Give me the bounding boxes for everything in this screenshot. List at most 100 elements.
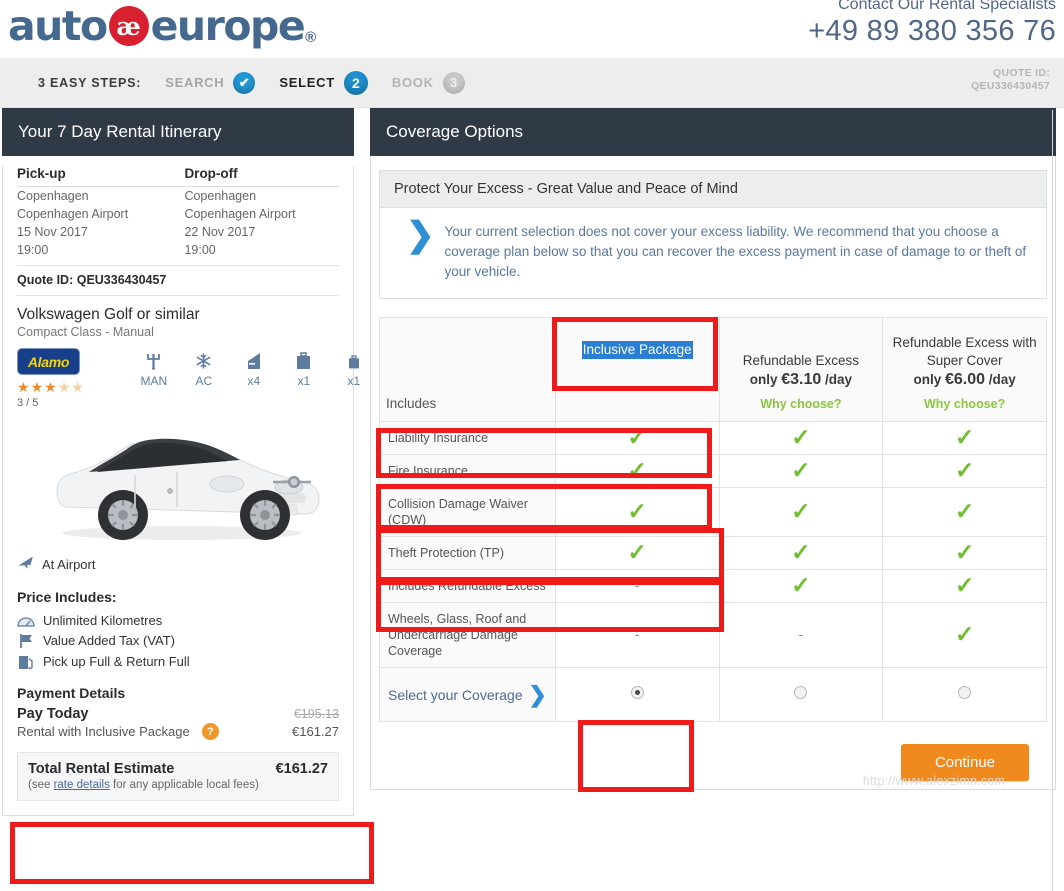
airplane-icon [17, 555, 35, 574]
cell-super-cover: ✓ [882, 536, 1047, 570]
table-row: Collision Damage Waiver (CDW) ✓ ✓ ✓ [379, 487, 1047, 537]
plan-header-super-cover[interactable]: Refundable Excess with Super Cover only … [882, 317, 1047, 422]
includes-column-header: Includes [379, 317, 556, 422]
star-rating: ★★★★★ [17, 380, 85, 394]
why-choose-link-refundable[interactable]: Why choose? [726, 397, 877, 411]
select-coverage-label: Select your Coverage [388, 686, 523, 703]
flag-icon [17, 633, 35, 649]
radio-refundable-excess[interactable] [794, 685, 808, 699]
snowflake-icon [187, 350, 221, 372]
quote-id-value: QEU336430457 [971, 79, 1050, 92]
plan-name-super-cover: Refundable Excess with Super Cover [892, 335, 1037, 368]
radio-cell-inclusive[interactable] [554, 667, 720, 722]
price-include-item: Unlimited Kilometres [17, 610, 339, 630]
table-header-row: Pick-up Drop-off [17, 166, 339, 187]
car-subtitle: Compact Class - Manual [17, 325, 154, 339]
feature-small-bag-label: x1 [347, 374, 361, 388]
cell-super-cover: ✓ [882, 569, 1047, 603]
itinerary-card: Pick-up Drop-off Copenhagen Copenhagen C… [2, 166, 360, 816]
protect-excess-promo: Protect Your Excess - Great Value and Pe… [379, 170, 1047, 299]
feature-label: Includes Refundable Excess [379, 569, 556, 603]
radio-cell-refundable[interactable] [718, 667, 884, 722]
cell-inclusive: ✓ [554, 454, 720, 488]
pay-today-label: Pay Today [17, 706, 89, 722]
chevron-right-icon: ❯ [406, 216, 435, 254]
auto-europe-logo[interactable]: auto æ europe ® [8, 2, 316, 50]
annotation-box-total-estimate [10, 822, 374, 884]
cell-refundable: - [718, 602, 884, 668]
contact-phone[interactable]: +49 89 380 356 76 [808, 15, 1056, 48]
cell-inclusive: - [554, 569, 720, 603]
table-row: Theft Protection (TP) ✓ ✓ ✓ [379, 536, 1047, 570]
feature-transmission-label: MAN [140, 374, 168, 388]
promo-text: Your current selection does not cover yo… [444, 224, 1027, 279]
feature-doors: x4 [237, 350, 271, 388]
dropoff-header: Drop-off [184, 166, 339, 187]
cell-refundable: ✓ [718, 569, 884, 603]
step-select-badge: 2 [343, 70, 368, 95]
star-icon: ★ [17, 379, 31, 395]
plan-header-inclusive[interactable]: Inclusive Package [554, 317, 720, 422]
price-include-item: Pick up Full & Return Full [17, 651, 339, 672]
help-icon[interactable]: ? [201, 723, 219, 740]
total-sub-pre: (see [28, 779, 54, 791]
why-choose-link-super-cover[interactable]: Why choose? [889, 397, 1040, 411]
total-sub-post: for any applicable local fees) [109, 779, 259, 791]
contact-block: Contact Our Rental Specialists +49 89 38… [808, 0, 1056, 48]
table-row: Copenhagen Airport Copenhagen Airport [17, 205, 339, 223]
cell-refundable: ✓ [718, 536, 884, 570]
check-icon: ✓ [627, 497, 647, 524]
cell-refundable: ✓ [718, 421, 884, 455]
star-icon: ★ [57, 379, 72, 395]
check-icon: ✓ [954, 456, 975, 483]
table-row: 15 Nov 2017 22 Nov 2017 [17, 223, 339, 241]
car-door-icon [237, 350, 271, 372]
continue-button[interactable]: Continue [900, 744, 1029, 781]
cell-super-cover: ✓ [882, 487, 1047, 537]
coverage-card: Protect Your Excess - Great Value and Pe… [370, 156, 1056, 790]
total-amount: €161.27 [275, 761, 328, 777]
pickup-location: Copenhagen Airport [17, 207, 129, 221]
pickup-header: Pick-up [17, 166, 185, 187]
coverage-comparison-table: Includes Inclusive Package Refundable Ex… [379, 317, 1047, 722]
step-search-label: SEARCH [165, 75, 225, 90]
plan-name-refundable-excess: Refundable Excess [742, 353, 860, 368]
gearshift-icon [137, 350, 171, 372]
plan-header-refundable-excess[interactable]: Refundable Excess only €3.10 /day Why ch… [718, 317, 884, 422]
step-select[interactable]: SELECT 2 [279, 70, 368, 95]
table-row: Copenhagen Copenhagen [17, 187, 339, 206]
feature-doors-label: x4 [247, 374, 261, 388]
itinerary-sidebar: Your 7 Day Rental Itinerary Pick-up Drop… [2, 108, 360, 816]
feature-label: Liability Insurance [379, 421, 556, 455]
step-select-label: SELECT [279, 75, 335, 90]
feature-label: Fire Insurance [379, 454, 556, 488]
radio-super-cover[interactable] [958, 685, 972, 699]
dropoff-location: Copenhagen Airport [184, 207, 296, 221]
total-label: Total Rental Estimate [28, 761, 175, 777]
radio-cell-super-cover[interactable] [882, 667, 1047, 722]
rating-value: 3 / 5 [17, 397, 39, 409]
cell-inclusive: ✓ [554, 487, 720, 537]
logo-text-europe: europe [150, 2, 306, 50]
step-book-label: BOOK [391, 75, 434, 90]
steps-label: 3 EASY STEPS: [38, 75, 142, 90]
check-icon: ✓ [954, 620, 975, 647]
plan-name-inclusive: Inclusive Package [581, 341, 693, 359]
promo-body: ❯ Your current selection does not cover … [380, 208, 1046, 298]
radio-inclusive-package[interactable] [630, 685, 644, 699]
sidebar-quote-id: Quote ID: QEU336430457 [17, 265, 339, 296]
feature-large-bag-label: x1 [297, 374, 311, 388]
dash-icon: - [634, 577, 640, 593]
check-icon: ✓ [627, 456, 647, 483]
step-book-badge: 3 [442, 71, 465, 94]
rate-details-link[interactable]: rate details [54, 779, 110, 791]
step-book[interactable]: BOOK 3 [391, 71, 465, 94]
star-icon: ★ [44, 379, 58, 395]
check-icon: ✓ [954, 571, 975, 598]
page-right-border [1052, 110, 1053, 891]
check-icon: ✓ [791, 456, 811, 483]
cell-inclusive: - [554, 602, 720, 668]
dash-icon: - [634, 626, 640, 642]
pickup-date: 15 Nov 2017 [17, 225, 88, 239]
step-search[interactable]: SEARCH ✔ [165, 71, 256, 94]
